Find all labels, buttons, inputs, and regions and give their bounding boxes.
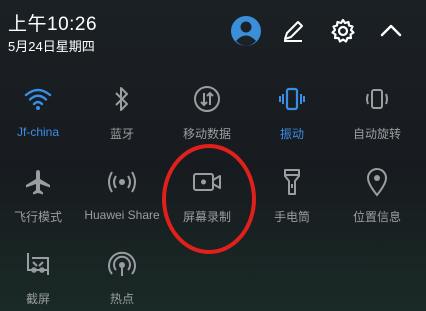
tile-label: Huawei Share	[84, 208, 160, 222]
tile-bluetooth[interactable]: 蓝牙	[80, 75, 164, 145]
screenshot-icon	[22, 248, 54, 280]
tile-screenshot[interactable]: 截屏	[0, 240, 80, 310]
tile-hotspot[interactable]: 热点	[80, 240, 164, 310]
huawei-share-icon	[106, 166, 138, 198]
screen-record-icon	[191, 166, 223, 198]
tile-label: 飞行模式	[13, 210, 62, 224]
settings-gear-icon	[331, 18, 355, 43]
tile-wifi[interactable]: Jf-china	[0, 75, 80, 145]
tile-label: 移动数据	[182, 127, 231, 141]
tile-label: Jf-china	[16, 125, 60, 139]
avatar-icon	[231, 16, 261, 46]
collapse-button[interactable]	[374, 14, 408, 48]
tile-label: 屏幕录制	[182, 210, 231, 224]
edit-button[interactable]	[276, 14, 310, 48]
tile-label: 手电筒	[273, 210, 310, 224]
mobile-data-icon	[191, 83, 223, 115]
tile-auto-rotate[interactable]: 自动旋转	[335, 75, 419, 145]
auto-rotate-icon	[361, 83, 393, 115]
tile-vibrate[interactable]: 振动	[250, 75, 334, 145]
tile-flashlight[interactable]: 手电筒	[250, 158, 334, 228]
airplane-icon	[22, 166, 54, 198]
bluetooth-icon	[106, 83, 138, 115]
tile-mobile-data[interactable]: 移动数据	[165, 75, 249, 145]
status-time: 上午10:26	[8, 14, 98, 35]
tile-label: 振动	[279, 127, 304, 141]
tile-label: 截屏	[25, 292, 50, 306]
settings-button[interactable]	[326, 14, 360, 48]
tile-label: 自动旋转	[352, 127, 401, 141]
status-date: 5月24日星期四	[8, 39, 95, 54]
tile-location[interactable]: 位置信息	[335, 158, 419, 228]
flashlight-icon	[276, 166, 308, 198]
tile-airplane[interactable]: 飞行模式	[0, 158, 80, 228]
tile-huawei-share[interactable]: Huawei Share	[80, 158, 164, 228]
edit-pencil-icon	[284, 21, 303, 42]
wifi-icon	[22, 83, 54, 115]
collapse-chevron-icon	[380, 24, 402, 37]
location-icon	[361, 166, 393, 198]
tile-screen-record[interactable]: 屏幕录制	[165, 158, 249, 228]
hotspot-icon	[106, 248, 138, 280]
notification-shade: 上午10:26 5月24日星期四 Jf-china 蓝牙 移动数据 振动 自动旋…	[0, 0, 426, 311]
vibrate-icon	[276, 83, 308, 115]
avatar[interactable]	[229, 14, 263, 48]
tile-label: 蓝牙	[109, 127, 134, 141]
tile-label: 热点	[109, 292, 134, 306]
tile-label: 位置信息	[352, 210, 401, 224]
